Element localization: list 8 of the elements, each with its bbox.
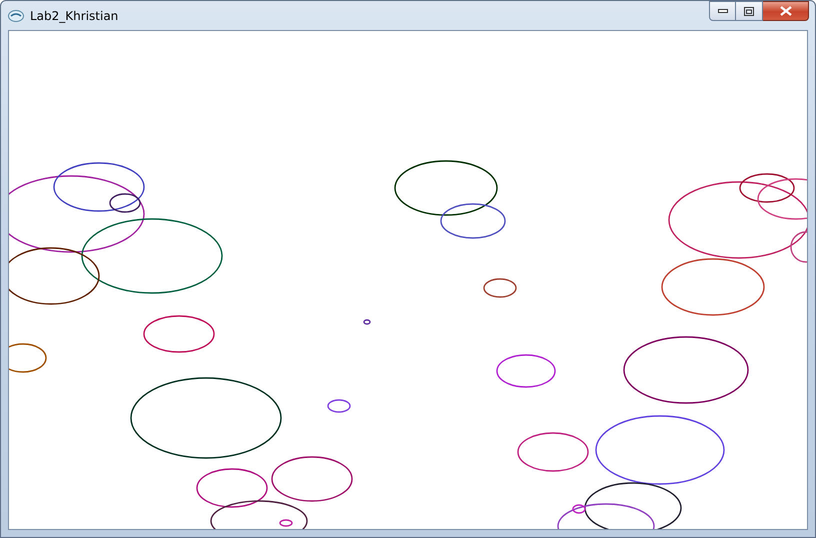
maximize-icon (744, 6, 754, 16)
maximize-button[interactable] (736, 1, 763, 21)
close-button[interactable] (763, 1, 809, 21)
window-title: Lab2_Khristian (30, 8, 118, 22)
minimize-icon (718, 9, 728, 13)
minimize-button[interactable] (709, 1, 736, 21)
close-icon (780, 6, 792, 16)
app-icon (8, 10, 24, 22)
